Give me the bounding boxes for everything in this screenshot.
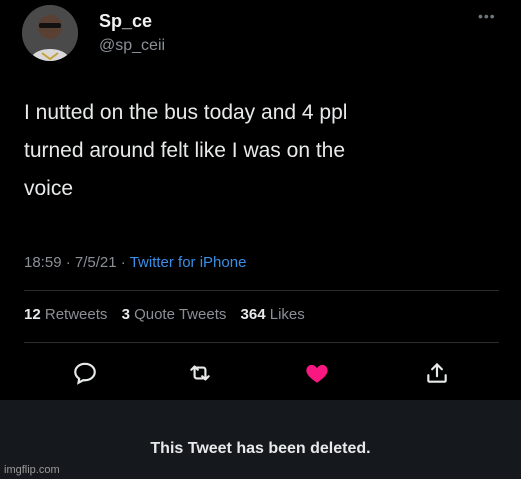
quotes-stat[interactable]: 3 Quote Tweets: [122, 306, 227, 323]
retweets-count: 12: [24, 306, 41, 323]
author-name[interactable]: Sp_ce: [99, 11, 152, 32]
divider: [24, 342, 499, 343]
tweet-date[interactable]: 7/5/21: [75, 254, 117, 271]
share-button[interactable]: [424, 360, 450, 386]
tweet-stats: 12 Retweets 3 Quote Tweets 364 Likes: [24, 306, 305, 323]
tweet-time[interactable]: 18:59: [24, 254, 62, 271]
heart-icon: [306, 364, 328, 383]
more-options-icon[interactable]: •••: [478, 8, 496, 24]
tweet-text-line: voice: [24, 177, 74, 200]
retweet-button[interactable]: [187, 360, 213, 386]
tweet-text-line: I nutted on the bus today and 4 ppl: [24, 101, 348, 124]
meta-separator: ·: [120, 254, 130, 271]
likes-count: 364: [240, 306, 266, 323]
like-button[interactable]: [304, 360, 330, 386]
avatar-image: [22, 5, 78, 61]
tweet-meta: 18:59 · 7/5/21 · Twitter for iPhone: [24, 254, 246, 271]
quotes-label: Quote Tweets: [134, 306, 227, 323]
quotes-count: 3: [121, 306, 130, 323]
retweets-stat[interactable]: 12 Retweets: [24, 306, 107, 323]
meta-separator: ·: [65, 254, 75, 271]
tweet-card: Sp_ce @sp_ceii ••• I nutted on the bus t…: [0, 0, 521, 400]
deleted-notice-banner: This Tweet has been deleted.: [0, 400, 521, 479]
avatar[interactable]: [22, 5, 78, 61]
retweets-label: Retweets: [44, 306, 108, 323]
likes-stat[interactable]: 364 Likes: [241, 306, 305, 323]
speech-bubble-icon: [74, 362, 96, 385]
tweet-text: I nutted on the bus today and 4 ppl turn…: [24, 94, 494, 208]
reply-button[interactable]: [72, 360, 98, 386]
share-upload-icon: [427, 363, 447, 383]
deleted-notice: This Tweet has been deleted.: [150, 440, 371, 457]
divider: [24, 290, 499, 291]
watermark: imgflip.com: [4, 464, 60, 476]
retweet-arrows-icon: [190, 365, 210, 381]
author-handle[interactable]: @sp_ceii: [99, 37, 165, 55]
tweet-text-line: turned around felt like I was on the: [24, 139, 346, 162]
tweet-source[interactable]: Twitter for iPhone: [130, 254, 247, 271]
likes-label: Likes: [269, 306, 305, 323]
